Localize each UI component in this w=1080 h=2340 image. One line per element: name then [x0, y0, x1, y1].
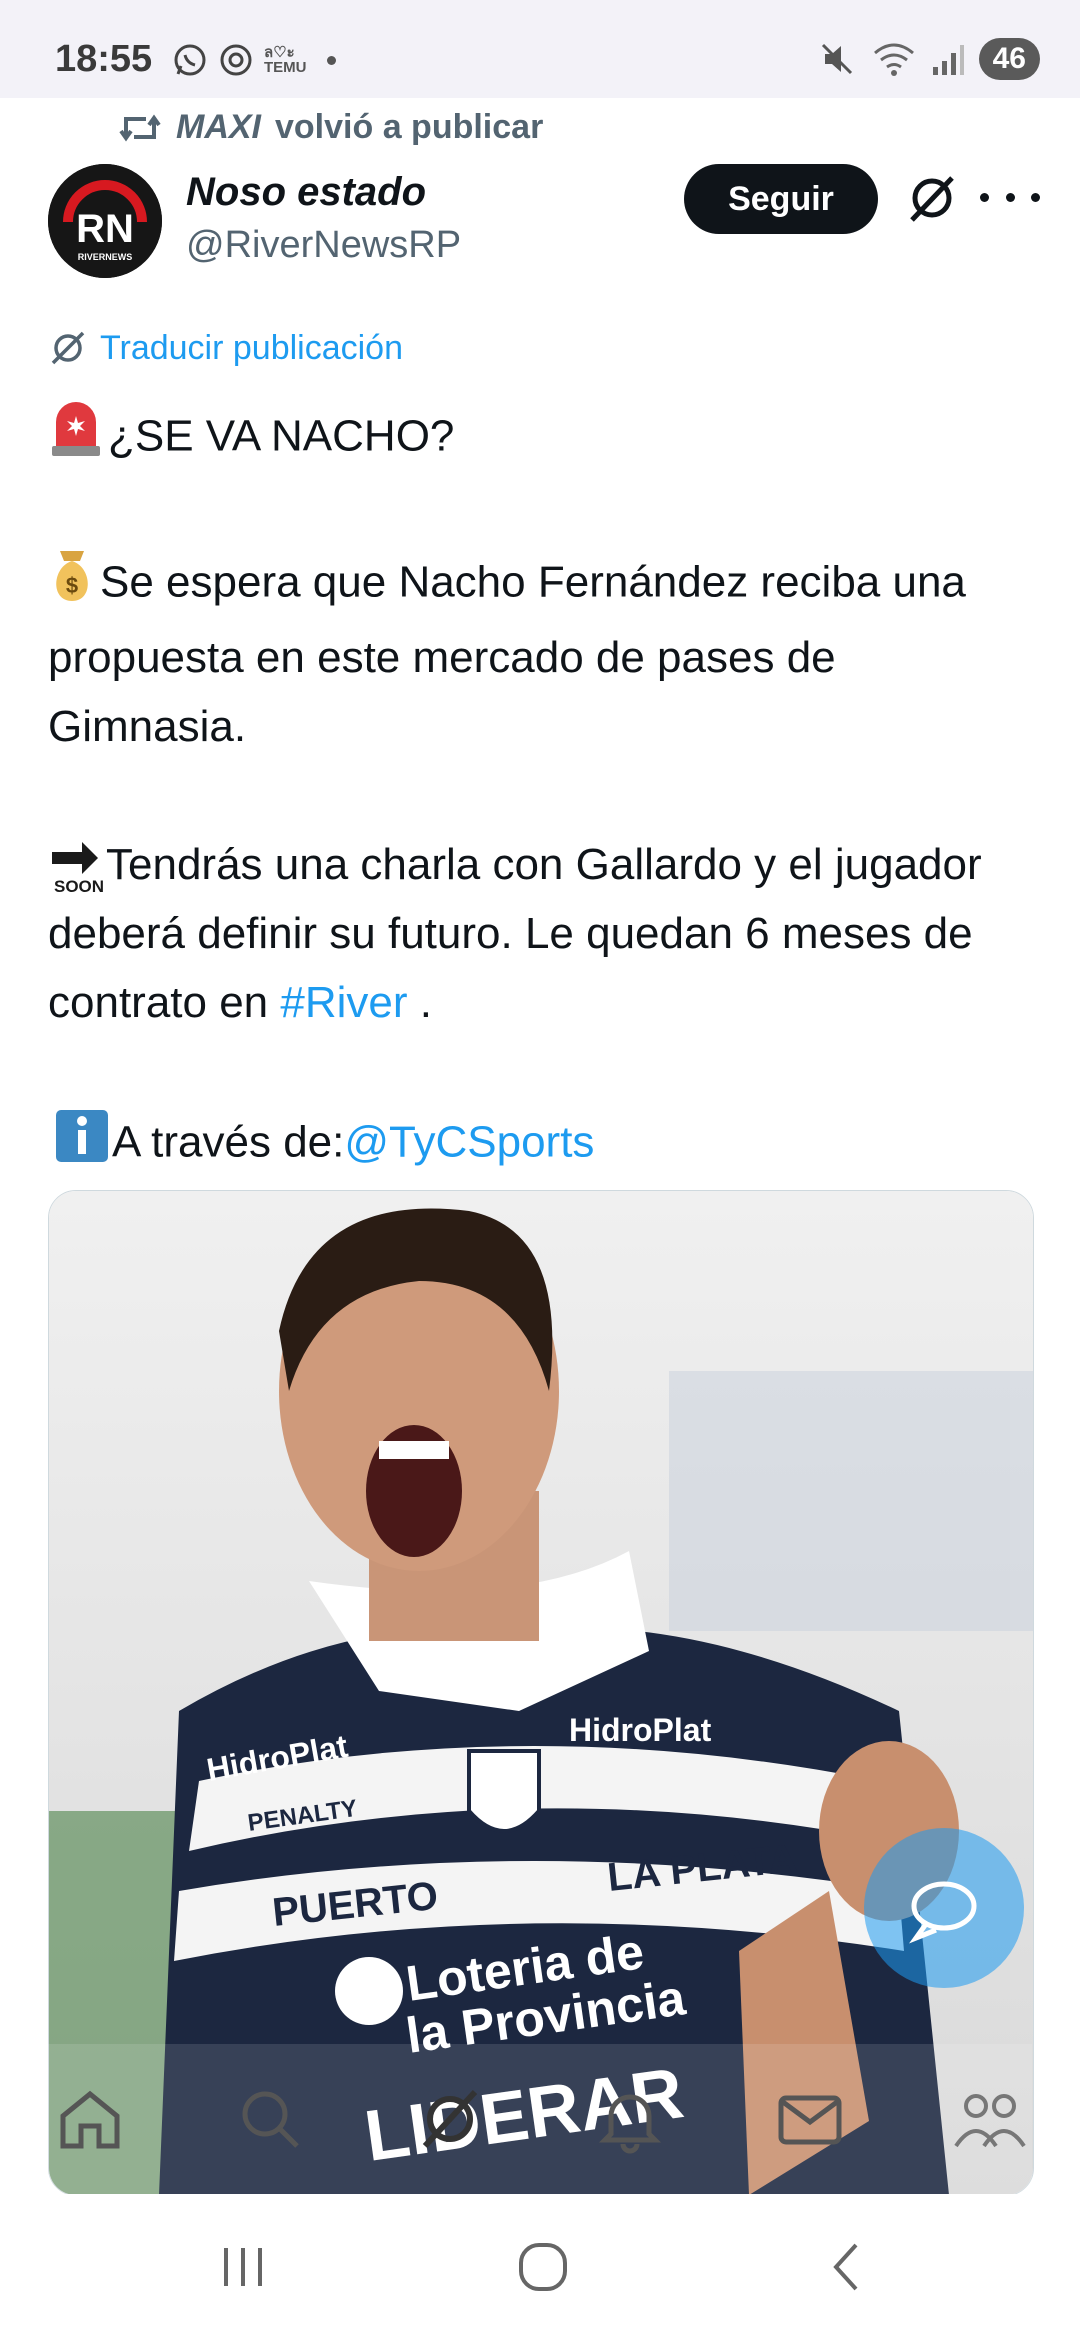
follow-button[interactable]: Seguir	[684, 164, 878, 234]
status-bar: 18:55 ล♡ะ TEMU 46	[0, 0, 1080, 98]
status-system-icons: 46	[817, 38, 1040, 80]
svg-text:RIVERNEWS: RIVERNEWS	[78, 252, 133, 262]
avatar[interactable]: RN RIVERNEWS	[48, 164, 162, 278]
repost-icon	[119, 114, 161, 141]
svg-text:$: $	[66, 573, 78, 598]
money-bag-icon: $	[48, 547, 96, 623]
repost-text: volvió a publicar	[275, 108, 544, 146]
compose-button[interactable]	[864, 1828, 1024, 1988]
wifi-icon	[873, 43, 914, 76]
hashtag-river[interactable]: #River	[280, 978, 407, 1027]
signal-icon	[932, 45, 964, 75]
tweet-period: .	[407, 978, 432, 1027]
temu-icon: ล♡ะ TEMU	[264, 44, 307, 76]
author-display-name[interactable]: Noso estado	[186, 170, 426, 215]
author-handle[interactable]: @RiverNewsRP	[186, 224, 461, 267]
grok-icon[interactable]	[904, 170, 960, 226]
status-time: 18:55	[55, 38, 153, 80]
notifications-icon[interactable]	[592, 2081, 668, 2157]
repost-indicator[interactable]: MAXI volvió a publicar	[118, 108, 543, 147]
home-button-icon[interactable]	[508, 2234, 578, 2300]
back-icon[interactable]	[812, 2234, 882, 2300]
tweet-text: ¿SE VA NACHO? $ Se espera que Nacho Ferná…	[48, 400, 1038, 1184]
communities-icon[interactable]	[952, 2081, 1028, 2157]
translate-label: Traducir publicación	[100, 328, 403, 367]
svg-text:RN: RN	[76, 207, 134, 251]
tweet-paragraph-1: Se espera que Nacho Fernández reciba una…	[48, 557, 966, 751]
messages-icon[interactable]	[772, 2081, 848, 2157]
soon-arrow-icon: SOON	[48, 838, 104, 896]
more-options-icon[interactable]	[980, 172, 1040, 222]
tweet-line-1: ¿SE VA NACHO?	[48, 400, 1038, 478]
grok-translate-icon	[51, 331, 85, 365]
system-navigation-bar	[0, 2194, 1080, 2340]
more-dot	[1031, 192, 1040, 202]
battery-indicator: 46	[978, 38, 1040, 80]
avatar-logo: RN RIVERNEWS	[48, 164, 162, 278]
grok-icon[interactable]	[412, 2081, 488, 2157]
tweet-paragraph-2: Tendrás una charla con Gallardo y el jug…	[48, 840, 982, 1027]
tweet-line-3: SOON Tendrás una charla con Gallardo y el…	[48, 830, 1038, 1037]
tweet-headline: ¿SE VA NACHO?	[108, 411, 455, 461]
repost-user-name: MAXI	[176, 108, 261, 146]
recent-apps-icon[interactable]	[208, 2234, 278, 2300]
home-icon[interactable]	[52, 2081, 128, 2157]
tweet-line-2: $ Se espera que Nacho Fernández reciba un…	[48, 547, 1038, 761]
svg-text:HidroPlat: HidroPlat	[569, 1712, 712, 1748]
tweet-source-label: A través de:	[112, 1117, 345, 1167]
translate-link[interactable]: Traducir publicación	[48, 328, 403, 368]
tweet-line-4: A través de:@TyCSports	[48, 1106, 1038, 1184]
more-notifications-dot	[326, 55, 336, 65]
more-dot	[980, 192, 989, 202]
more-dot	[1005, 192, 1015, 202]
compose-icon	[909, 1881, 977, 1944]
threads-icon	[220, 44, 252, 76]
whatsapp-icon	[174, 44, 206, 76]
search-icon[interactable]	[232, 2081, 308, 2157]
mention-tycsports[interactable]: @TyCSports	[344, 1118, 594, 1167]
information-icon	[48, 1106, 108, 1184]
status-notifications: ล♡ะ TEMU	[172, 42, 336, 78]
mute-icon	[821, 43, 852, 75]
siren-icon	[48, 400, 104, 478]
bottom-tab-bar	[48, 2044, 1032, 2194]
